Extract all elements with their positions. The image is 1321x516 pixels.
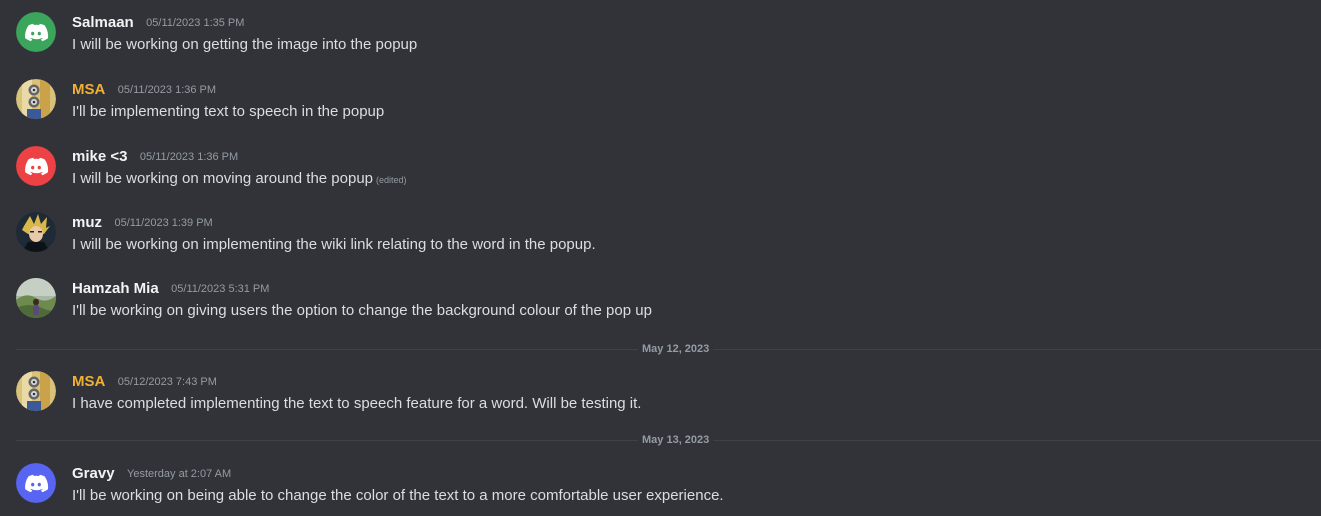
message-text: I will be working on moving around the p… bbox=[72, 170, 374, 187]
discord-default-blurple-icon[interactable] bbox=[16, 463, 56, 503]
timestamp[interactable]: Yesterday at 2:07 AM bbox=[127, 468, 231, 480]
message-header: Hamzah Mia 05/11/2023 5:31 PM bbox=[72, 278, 269, 300]
username[interactable]: MSA bbox=[72, 81, 105, 98]
message-content: I will be working on moving around the p… bbox=[72, 168, 407, 191]
message-header: MSA 05/11/2023 1:36 PM bbox=[72, 79, 216, 101]
message-header: Gravy Yesterday at 2:07 AM bbox=[72, 463, 231, 485]
minion-avatar[interactable] bbox=[16, 79, 56, 119]
timestamp[interactable]: 05/11/2023 1:36 PM bbox=[118, 84, 216, 96]
message: Gravy Yesterday at 2:07 AM I'll be worki… bbox=[0, 463, 1321, 516]
message: muz 05/11/2023 1:39 PM I will be working… bbox=[0, 212, 1321, 268]
timestamp[interactable]: 05/11/2023 1:36 PM bbox=[140, 151, 238, 163]
date-divider: May 13, 2023 bbox=[16, 433, 1321, 447]
minion-avatar[interactable] bbox=[16, 371, 56, 411]
chat-messages: Salmaan 05/11/2023 1:35 PM I will be wor… bbox=[0, 0, 1321, 516]
message-header: mike <3 05/11/2023 1:36 PM bbox=[72, 146, 238, 168]
username[interactable]: mike <3 bbox=[72, 148, 127, 165]
divider-date: May 12, 2023 bbox=[638, 342, 714, 356]
username[interactable]: muz bbox=[72, 214, 102, 231]
message-header: Salmaan 05/11/2023 1:35 PM bbox=[72, 12, 244, 34]
message-content: I'll be working on giving users the opti… bbox=[72, 302, 652, 319]
username[interactable]: Salmaan bbox=[72, 14, 134, 31]
message: Hamzah Mia 05/11/2023 5:31 PM I'll be wo… bbox=[0, 278, 1321, 334]
message-header: MSA 05/12/2023 7:43 PM bbox=[72, 371, 217, 393]
timestamp[interactable]: 05/11/2023 1:39 PM bbox=[114, 217, 212, 229]
message-content: I will be working on implementing the wi… bbox=[72, 236, 596, 253]
message-content: I'll be implementing text to speech in t… bbox=[72, 103, 385, 120]
timestamp[interactable]: 05/11/2023 1:35 PM bbox=[146, 17, 244, 29]
message: Salmaan 05/11/2023 1:35 PM I will be wor… bbox=[0, 12, 1321, 68]
message-content: I have completed implementing the text t… bbox=[72, 395, 642, 412]
message: mike <3 05/11/2023 1:36 PM I will be wor… bbox=[0, 146, 1321, 202]
message-header: muz 05/11/2023 1:39 PM bbox=[72, 212, 213, 234]
username[interactable]: Gravy bbox=[72, 465, 115, 482]
message: MSA 05/11/2023 1:36 PM I'll be implement… bbox=[0, 79, 1321, 135]
message-content: I will be working on getting the image i… bbox=[72, 36, 418, 53]
timestamp[interactable]: 05/12/2023 7:43 PM bbox=[118, 376, 217, 388]
divider-date: May 13, 2023 bbox=[638, 433, 714, 447]
edited-marker: (edited) bbox=[376, 175, 407, 185]
discord-default-green-icon[interactable] bbox=[16, 12, 56, 52]
date-divider: May 12, 2023 bbox=[16, 342, 1321, 356]
landscape-photo-avatar[interactable] bbox=[16, 278, 56, 318]
anime-character-avatar[interactable] bbox=[16, 212, 56, 252]
message-content: I'll be working on being able to change … bbox=[72, 487, 724, 504]
timestamp[interactable]: 05/11/2023 5:31 PM bbox=[171, 283, 269, 295]
message: MSA 05/12/2023 7:43 PM I have completed … bbox=[0, 371, 1321, 427]
username[interactable]: MSA bbox=[72, 373, 105, 390]
discord-default-red-icon[interactable] bbox=[16, 146, 56, 186]
username[interactable]: Hamzah Mia bbox=[72, 280, 159, 297]
